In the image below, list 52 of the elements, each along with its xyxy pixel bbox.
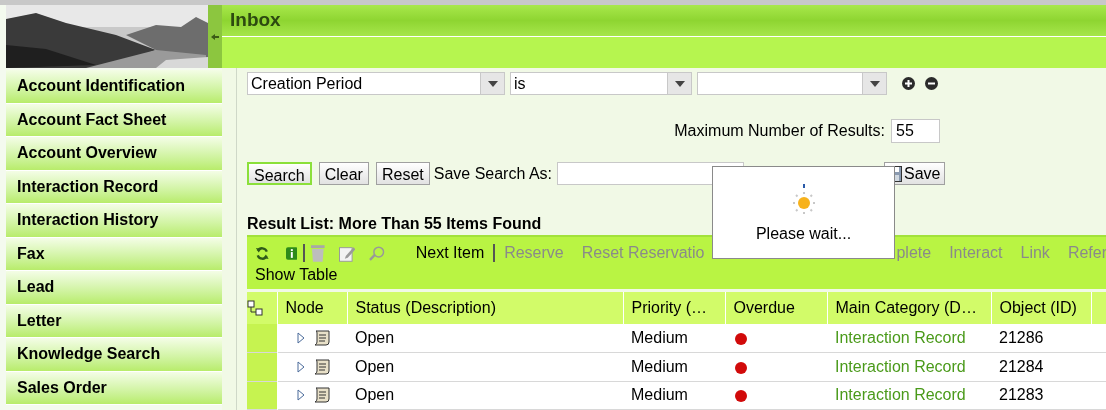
add-icon[interactable] bbox=[902, 77, 915, 90]
category-link[interactable]: Interaction Record bbox=[835, 386, 966, 404]
category-link[interactable]: Interaction Record bbox=[835, 357, 966, 375]
save-search-label: Save Search As: bbox=[433, 163, 553, 184]
sidebar-item[interactable]: Account Overview bbox=[6, 137, 222, 171]
table-cell: Open bbox=[347, 381, 623, 410]
sidebar-item[interactable]: Sales Order bbox=[6, 371, 222, 405]
table-cell: Open bbox=[347, 352, 623, 381]
loading-message: Please wait... bbox=[755, 224, 852, 244]
max-results-field[interactable]: 55 bbox=[891, 119, 940, 143]
hierarchy-icon[interactable] bbox=[247, 300, 263, 316]
expand-icon[interactable] bbox=[296, 332, 305, 344]
caret-icon bbox=[674, 80, 685, 87]
clear-button[interactable]: Clear bbox=[318, 162, 369, 185]
reset-button[interactable]: Reset bbox=[375, 162, 430, 185]
scroll-icon bbox=[312, 358, 331, 375]
table-cell: Medium bbox=[623, 324, 725, 353]
show-table-link[interactable]: Show Table bbox=[255, 263, 338, 287]
table-cell: 21284 bbox=[991, 352, 1091, 381]
expand-icon[interactable] bbox=[296, 360, 305, 373]
table-cell: Medium bbox=[623, 352, 725, 381]
collapse-arrow-icon[interactable] bbox=[211, 32, 219, 41]
sidebar-item[interactable]: Interaction History bbox=[6, 204, 222, 238]
sidebar-item[interactable]: Letter bbox=[6, 304, 222, 338]
sidebar-item[interactable]: Interaction Record bbox=[6, 170, 222, 204]
sidebar-item[interactable]: Account Identification bbox=[6, 70, 222, 104]
table-cell: 21286 bbox=[991, 324, 1091, 353]
dropdown[interactable]: is bbox=[510, 72, 692, 95]
category-link[interactable]: Interaction Record bbox=[835, 329, 966, 346]
sidebar-item[interactable]: Lead bbox=[6, 271, 222, 305]
scroll-icon bbox=[312, 387, 331, 404]
table-cell: 21283 bbox=[991, 381, 1091, 410]
max-results-label: Maximum Number of Results: bbox=[674, 121, 885, 141]
remove-icon[interactable] bbox=[925, 77, 938, 90]
sidebar-item[interactable]: Account Fact Sheet bbox=[6, 103, 222, 137]
edit-icon[interactable] bbox=[338, 244, 356, 262]
toolbar-link[interactable]: Next Item bbox=[415, 241, 485, 265]
spinner-icon bbox=[790, 184, 817, 216]
scroll-icon bbox=[312, 330, 331, 346]
dropdown[interactable]: Creation Period bbox=[247, 72, 505, 95]
caret-icon bbox=[869, 80, 880, 87]
sidebar-item[interactable]: Fax bbox=[6, 237, 222, 271]
refresh-icon[interactable] bbox=[255, 245, 270, 261]
sidebar-item[interactable]: Knowledge Search bbox=[6, 338, 222, 372]
table-cell: Medium bbox=[623, 381, 725, 410]
search-icon[interactable] bbox=[369, 244, 386, 262]
table-cell: Open bbox=[347, 324, 623, 353]
info-icon[interactable] bbox=[285, 246, 298, 260]
search-button[interactable]: Search bbox=[247, 162, 312, 185]
caret-icon bbox=[487, 80, 498, 87]
expand-icon[interactable] bbox=[296, 389, 305, 402]
page-title: Inbox bbox=[230, 8, 281, 33]
